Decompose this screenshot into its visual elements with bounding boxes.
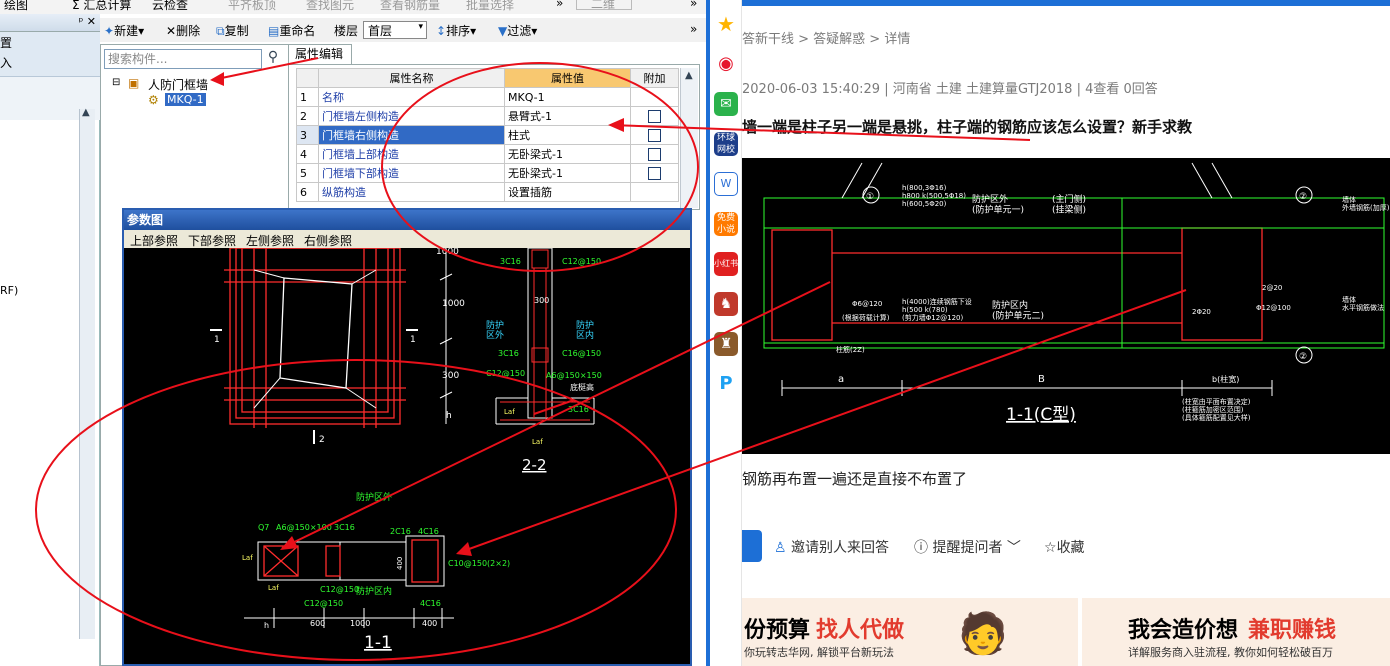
- arrowhead-icon: [608, 118, 624, 132]
- red-annotation-overlay: [35, 57, 1187, 661]
- annotation-arrow-left-end: [281, 281, 831, 549]
- annotation-ellipse-bottom: [35, 359, 677, 661]
- arrowhead-icon: [456, 542, 472, 556]
- annotation-ellipse-top: [381, 62, 699, 272]
- annotation-arrow-column-end: [457, 289, 1187, 554]
- annotation-arrow-tree: [211, 57, 319, 81]
- annotation-arrow-right: [609, 124, 1031, 141]
- arrowhead-icon: [210, 72, 224, 86]
- screenshot-root: 绘图 Σ 汇总计算 云检查 平齐板顶 查找图元 查看钢筋量 批量选择 » 二维 …: [0, 0, 1390, 666]
- annotation-arrow-small: [533, 399, 575, 415]
- arrowhead-icon: [280, 536, 298, 550]
